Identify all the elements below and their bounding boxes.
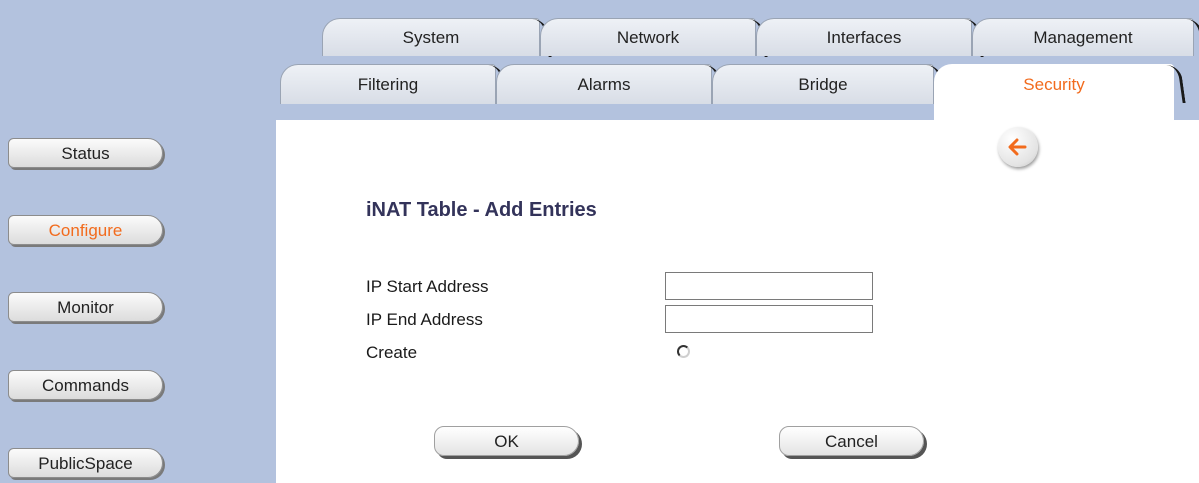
create-radio[interactable] [677, 345, 690, 358]
tab-bridge[interactable]: Bridge [712, 64, 934, 104]
nav-publicspace-button[interactable]: PublicSpace [8, 448, 163, 478]
create-label: Create [366, 343, 418, 362]
cancel-button[interactable]: Cancel [779, 426, 924, 456]
tab-management[interactable]: Management [972, 18, 1194, 56]
nav-configure-button[interactable]: Configure [8, 215, 163, 245]
tab-filtering[interactable]: Filtering [280, 64, 496, 104]
tab-alarms[interactable]: Alarms [496, 64, 712, 104]
nav-commands-button[interactable]: Commands [8, 370, 163, 400]
ip-start-input[interactable] [665, 272, 873, 300]
tab-bar: System Network Interfaces Management Fil… [276, 0, 1199, 120]
tab-interfaces[interactable]: Interfaces [756, 18, 972, 56]
nav-monitor-button[interactable]: Monitor [8, 292, 163, 322]
nav-status-button[interactable]: Status [8, 138, 163, 168]
tab-system[interactable]: System [322, 18, 540, 56]
sidebar: Status Configure Monitor Commands Public… [0, 0, 276, 483]
back-arrow-icon [1008, 138, 1027, 156]
ip-end-input[interactable] [665, 305, 873, 333]
content-area [276, 120, 1199, 483]
tab-security[interactable]: Security [934, 64, 1174, 120]
tab-network[interactable]: Network [540, 18, 756, 56]
ip-end-label: IP End Address [366, 310, 483, 329]
ok-button[interactable]: OK [434, 426, 579, 456]
page-title: iNAT Table - Add Entries [366, 199, 597, 221]
back-button[interactable] [998, 127, 1038, 167]
ip-start-label: IP Start Address [366, 277, 489, 296]
